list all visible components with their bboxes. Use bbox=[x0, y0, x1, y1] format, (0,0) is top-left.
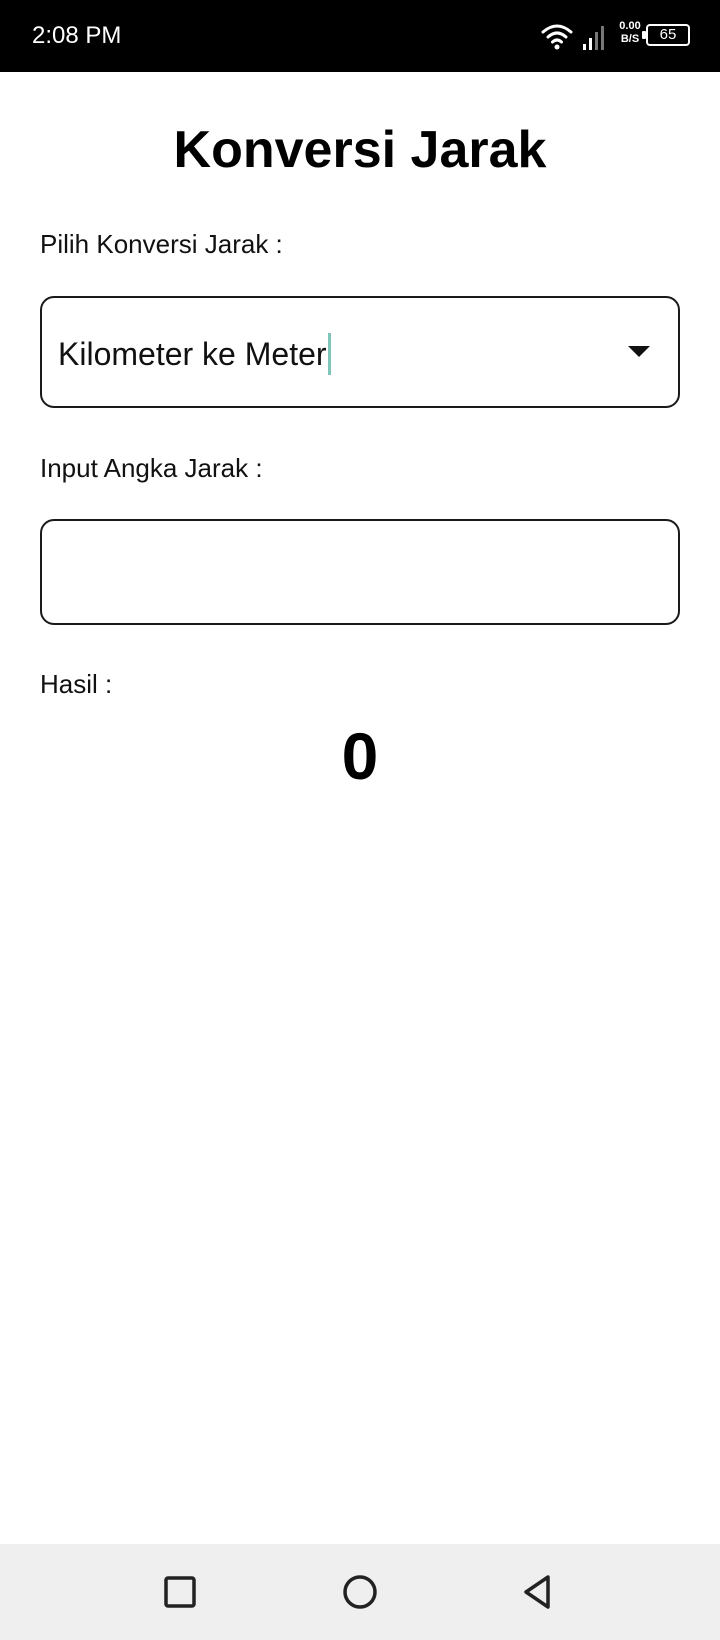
net-speed-unit: B/S bbox=[620, 33, 640, 45]
input-label: Input Angka Jarak : bbox=[40, 453, 263, 483]
triangle-back-icon[interactable] bbox=[518, 1572, 558, 1612]
net-speed-indicator: 0.00 B/S bbox=[615, 20, 645, 46]
status-bar: 2:08 PM 0.00 B/S 65 bbox=[0, 0, 720, 72]
dropdown-value-text: Kilometer ke Meter bbox=[58, 336, 327, 372]
dropdown-selected-value: Kilometer ke Meter bbox=[58, 332, 331, 375]
navigation-bar bbox=[0, 1544, 720, 1640]
square-icon[interactable] bbox=[160, 1572, 200, 1612]
chevron-down-icon[interactable] bbox=[628, 346, 650, 357]
distance-input[interactable] bbox=[40, 519, 680, 625]
wifi-icon bbox=[541, 24, 573, 50]
page-title: Konversi Jarak bbox=[173, 121, 547, 179]
result-label: Hasil : bbox=[40, 669, 113, 699]
status-time: 2:08 PM bbox=[32, 22, 122, 49]
net-speed-value: 0.00 bbox=[619, 20, 641, 32]
signal-icon bbox=[583, 26, 604, 50]
battery-level: 65 bbox=[659, 26, 677, 43]
app-screen: 2:08 PM 0.00 B/S 65 Konversi Jarak Pilih… bbox=[0, 0, 720, 1640]
select-label: Pilih Konversi Jarak : bbox=[40, 229, 283, 259]
circle-icon[interactable] bbox=[340, 1572, 380, 1612]
text-cursor bbox=[327, 332, 331, 375]
battery-icon: 65 bbox=[642, 24, 690, 46]
result-value: 0 bbox=[341, 719, 379, 793]
conversion-dropdown[interactable]: Kilometer ke Meter bbox=[40, 296, 680, 408]
